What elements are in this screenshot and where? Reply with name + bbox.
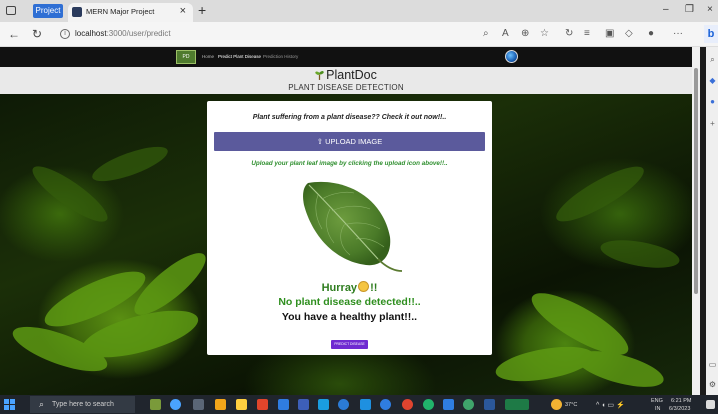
prediction-card: Plant suffering from a plant disease?? C… — [207, 101, 492, 355]
search-page-icon[interactable]: ⌕ — [483, 28, 489, 39]
taskbar-store-icon[interactable] — [278, 399, 289, 410]
browser-tab-bar: Project MERN Major Project × + – ❐ × — [0, 0, 718, 22]
site-info-icon[interactable]: i — [60, 29, 70, 39]
taskbar-whatsapp-icon[interactable] — [423, 399, 434, 410]
taskbar-chrome-icon[interactable] — [402, 399, 413, 410]
predict-disease-button[interactable]: PREDICT DISEASE — [331, 340, 368, 349]
taskbar-office-icon[interactable] — [257, 399, 268, 410]
browser-tab[interactable]: MERN Major Project × — [68, 3, 193, 22]
browser-toolbar: ← ↻ i localhost:3000/user/predict ⌕ A ⊕ … — [0, 22, 718, 47]
taskbar-cortana-icon[interactable] — [170, 399, 181, 410]
brand-subtitle: PLANT DISEASE DETECTION — [288, 83, 404, 92]
favorite-star-icon[interactable]: ☆ — [540, 28, 549, 39]
profile-button[interactable]: Project — [33, 4, 63, 18]
taskbar-search-placeholder: Type here to search — [52, 401, 114, 408]
extensions-icon[interactable]: ◇ — [625, 28, 633, 39]
taskbar-mail-icon[interactable] — [318, 399, 329, 410]
sidebar-tools-icon[interactable]: ◆ — [708, 76, 717, 85]
brand-title: PlantDoc — [326, 68, 377, 82]
hurray-suffix: !! — [370, 282, 378, 294]
sidebar-outlook-icon[interactable]: ● — [708, 97, 717, 106]
taskbar-teams-icon[interactable] — [298, 399, 309, 410]
sidebar-add-icon[interactable]: + — [708, 119, 717, 128]
tab-actions-icon[interactable] — [6, 6, 16, 15]
url-path: :3000/user/predict — [106, 29, 171, 38]
refresh-icon[interactable]: ↻ — [32, 27, 42, 41]
search-icon: ⌕ — [39, 399, 45, 409]
web-page: PD Home Predict Plant Disease Prediction… — [0, 47, 692, 395]
taskbar-browser-icon[interactable] — [380, 399, 391, 410]
brand-header: PlantDoc PLANT DISEASE DETECTION — [0, 67, 692, 94]
sprout-icon — [315, 71, 324, 80]
taskbar-file-explorer-icon[interactable] — [236, 399, 247, 410]
taskbar-task-view-icon[interactable] — [193, 399, 204, 410]
edge-sidebar: ⌕ ◆ ● + ▭ ⚙ — [706, 47, 718, 395]
taskbar-plant-app-icon[interactable] — [150, 399, 161, 410]
profile-avatar-icon[interactable]: ● — [648, 28, 654, 39]
minimize-button[interactable]: – — [663, 4, 669, 15]
windows-start-icon[interactable] — [4, 399, 15, 410]
back-icon[interactable]: ← — [8, 27, 20, 41]
collections-icon[interactable]: ▣ — [605, 28, 614, 39]
tray-date[interactable]: 6/3/2023 — [669, 406, 690, 412]
bing-chat-icon[interactable]: b — [704, 25, 718, 43]
new-tab-button[interactable]: + — [198, 2, 206, 18]
windows-taskbar: ⌕ Type here to search 37°C ^ ◖ ▭ ⚡ ENG I… — [0, 395, 718, 414]
tray-icons[interactable]: ^ ◖ ▭ ⚡ — [596, 401, 625, 409]
maximize-button[interactable]: ❐ — [685, 4, 694, 15]
tray-language[interactable]: ENG — [651, 398, 663, 404]
tab-title: MERN Major Project — [86, 7, 155, 16]
nav-link-history[interactable]: Prediction History — [263, 54, 298, 59]
hurray-text: Hurray — [321, 282, 358, 294]
taskbar-app-icon[interactable] — [463, 399, 474, 410]
card-prompt: Plant suffering from a plant disease?? C… — [252, 114, 447, 121]
leaf-image — [303, 181, 403, 272]
upload-image-button[interactable]: ⇧ UPLOAD IMAGE — [214, 132, 485, 151]
favicon-icon — [72, 7, 82, 17]
brand-title-row: PlantDoc — [0, 68, 692, 82]
sidebar-layout-icon[interactable]: ▭ — [708, 360, 717, 369]
upload-hint: Upload your plant leaf image by clicking… — [251, 160, 448, 167]
close-window-button[interactable]: × — [707, 4, 713, 15]
taskbar-widget-icon[interactable] — [215, 399, 226, 410]
globe-icon[interactable] — [505, 50, 518, 63]
taskbar-vscode-icon[interactable] — [360, 399, 371, 410]
sidebar-settings-icon[interactable]: ⚙ — [708, 380, 717, 389]
more-menu-icon[interactable]: ··· — [673, 28, 683, 39]
result-hurray: Hurray!! — [207, 281, 492, 294]
url-host: localhost — [75, 29, 107, 38]
result-healthy: You have a healthy plant!!.. — [281, 311, 418, 323]
refresh-extension-icon[interactable]: ↻ — [565, 28, 573, 39]
tab-close-icon[interactable]: × — [180, 5, 186, 17]
tray-region[interactable]: IN — [655, 406, 661, 412]
nav-link-predict[interactable]: Predict Plant Disease — [218, 54, 261, 59]
taskbar-search-box[interactable]: ⌕ Type here to search — [30, 396, 135, 413]
sidebar-search-icon[interactable]: ⌕ — [708, 55, 717, 64]
weather-icon[interactable] — [551, 399, 562, 410]
nav-link-home[interactable]: Home — [202, 54, 214, 59]
address-bar[interactable]: localhost:3000/user/predict — [75, 29, 171, 38]
taskbar-excel-icon[interactable] — [505, 399, 529, 410]
read-aloud-icon[interactable]: A — [502, 28, 509, 39]
taskbar-code-icon[interactable] — [443, 399, 454, 410]
site-navbar: PD Home Predict Plant Disease Prediction… — [0, 47, 692, 67]
site-logo[interactable]: PD — [176, 50, 196, 64]
favorites-icon[interactable]: ≡ — [584, 28, 590, 39]
weather-temperature[interactable]: 37°C — [565, 402, 577, 408]
page-scrollbar-thumb[interactable] — [694, 68, 698, 294]
taskbar-edge-icon[interactable] — [338, 399, 349, 410]
result-status: No plant disease detected!!.. — [278, 296, 421, 308]
grinning-emoji-icon — [358, 281, 370, 292]
notifications-icon[interactable] — [706, 400, 715, 409]
tray-time[interactable]: 6:21 PM — [671, 398, 691, 404]
taskbar-word-icon[interactable] — [484, 399, 495, 410]
zoom-icon[interactable]: ⊕ — [521, 28, 529, 39]
